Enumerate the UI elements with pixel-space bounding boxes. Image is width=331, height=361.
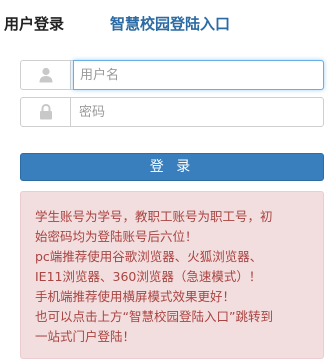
- notice-line: pc端推荐使用谷歌浏览器、火狐浏览器、: [35, 249, 263, 264]
- login-notice: 学生账号为学号，教职工账号为职工号，初 始密码均为登陆账号后六位！ pc端推荐使…: [20, 191, 324, 359]
- login-tabs: 用户登录 智慧校园登陆入口: [0, 0, 331, 50]
- username-field: [20, 60, 324, 90]
- tab-smart-campus-portal[interactable]: 智慧校园登陆入口: [110, 14, 230, 34]
- lock-icon: [21, 98, 71, 126]
- notice-line: 手机端推荐使用横屏模式效果更好！: [35, 289, 236, 304]
- notice-line: 学生账号为学号，教职工账号为职工号，初: [35, 209, 273, 224]
- notice-line: 也可以点击上方“智慧校园登陆入口”跳转到: [35, 309, 273, 324]
- tab-user-login[interactable]: 用户登录: [4, 14, 64, 34]
- notice-line: 始密码均为登陆账号后六位！: [35, 229, 198, 244]
- username-input[interactable]: [73, 60, 324, 90]
- user-icon: [21, 61, 71, 89]
- password-field: [20, 97, 324, 127]
- login-page: 用户登录 智慧校园登陆入口 登 录 学生账号为学号，教职工账号为职工号，初 始密…: [0, 0, 331, 361]
- notice-line: 一站式门户登陆！: [35, 329, 136, 344]
- notice-line: IE11浏览器、360浏览器（急速模式）！: [35, 269, 262, 284]
- login-button[interactable]: 登 录: [20, 153, 324, 181]
- password-input[interactable]: [73, 98, 323, 126]
